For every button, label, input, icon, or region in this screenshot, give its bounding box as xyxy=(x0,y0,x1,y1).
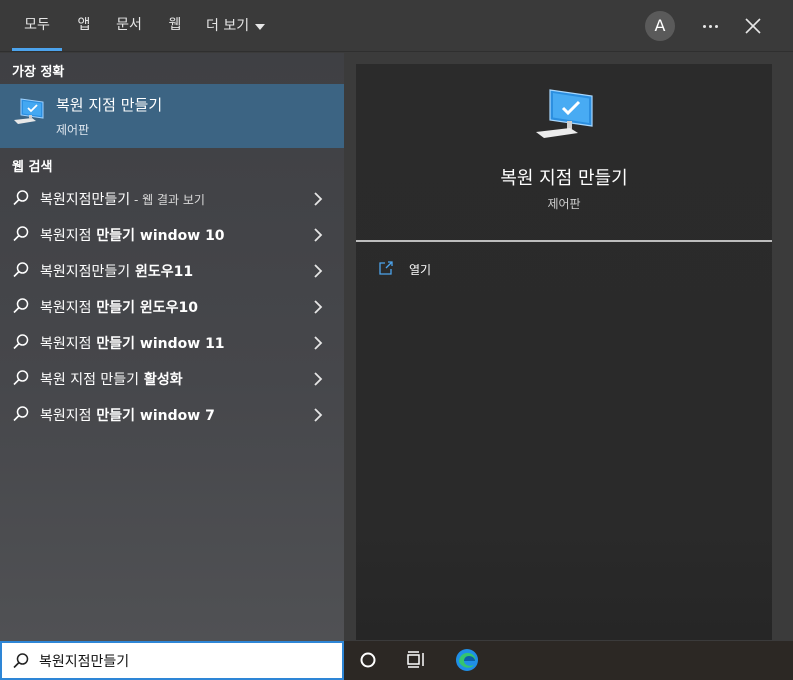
web-result-item[interactable]: 복원지점 만들기 window 11 xyxy=(0,324,344,360)
web-result-item[interactable]: 복원지점 만들기 window 7 xyxy=(0,396,344,432)
tab-all-label: 모두 xyxy=(24,17,50,33)
search-input[interactable] xyxy=(39,650,329,672)
chevron-right-icon xyxy=(314,192,323,206)
taskbar xyxy=(344,641,793,680)
web-result-text: 복원지점만들기 윈도우11 xyxy=(40,264,194,280)
web-search-heading: 웹 검색 xyxy=(12,160,53,175)
chevron-right-icon xyxy=(314,264,323,278)
tab-apps[interactable]: 앱 xyxy=(70,0,98,52)
web-result-item[interactable]: 복원지점만들기 - 웹 결과 보기 xyxy=(0,180,344,216)
avatar-letter: A xyxy=(654,16,666,35)
tab-all[interactable]: 모두 xyxy=(12,0,62,52)
search-icon xyxy=(13,653,29,669)
tab-apps-label: 앱 xyxy=(77,17,91,33)
web-result-text: 복원지점 만들기 window 10 xyxy=(40,228,225,244)
monitor-check-icon xyxy=(14,98,44,124)
tab-web[interactable]: 웹 xyxy=(160,0,190,52)
account-avatar[interactable]: A xyxy=(645,11,675,41)
best-match-heading: 가장 정확 xyxy=(12,65,65,80)
task-view-icon[interactable] xyxy=(405,649,427,671)
search-bar[interactable] xyxy=(0,641,344,680)
detail-divider xyxy=(356,240,772,242)
close-icon xyxy=(745,18,761,34)
detail-title: 복원 지점 만들기 xyxy=(500,168,628,189)
web-result-item[interactable]: 복원지점만들기 윈도우11 xyxy=(0,252,344,288)
monitor-check-icon xyxy=(536,89,593,138)
web-result-text: 복원지점 만들기 window 11 xyxy=(40,336,225,352)
tab-more[interactable]: 더 보기 xyxy=(206,0,272,52)
chevron-right-icon xyxy=(314,300,323,314)
web-result-text: 복원지점 만들기 윈도우10 xyxy=(40,300,199,316)
web-result-text: 복원지점만들기 - 웹 결과 보기 xyxy=(40,192,205,208)
web-result-text: 복원 지점 만들기 활성화 xyxy=(40,372,183,388)
search-icon xyxy=(13,298,29,314)
caret-down-icon xyxy=(255,23,266,30)
best-match-subtitle: 제어판 xyxy=(56,123,90,137)
search-icon xyxy=(13,190,29,206)
search-icon xyxy=(13,262,29,278)
edge-icon[interactable] xyxy=(454,647,480,673)
detail-subtitle: 제어판 xyxy=(547,197,581,211)
more-options-button[interactable] xyxy=(696,12,724,40)
open-action-label: 열기 xyxy=(409,263,432,277)
close-button[interactable] xyxy=(739,12,767,40)
search-icon xyxy=(13,370,29,386)
web-result-item[interactable]: 복원지점 만들기 윈도우10 xyxy=(0,288,344,324)
chevron-right-icon xyxy=(314,336,323,350)
search-icon xyxy=(13,334,29,350)
chevron-right-icon xyxy=(314,372,323,386)
detail-panel: 복원 지점 만들기 제어판 열기 xyxy=(356,64,772,640)
open-external-icon xyxy=(379,261,393,275)
best-match-title: 복원 지점 만들기 xyxy=(56,96,163,114)
best-match-item[interactable]: 복원 지점 만들기 제어판 xyxy=(0,84,344,148)
ellipsis-icon xyxy=(702,24,718,28)
cortana-circle-icon[interactable] xyxy=(357,649,379,671)
search-icon xyxy=(13,226,29,242)
web-result-text: 복원지점 만들기 window 7 xyxy=(40,408,215,424)
web-result-item[interactable]: 복원 지점 만들기 활성화 xyxy=(0,360,344,396)
tab-documents-label: 문서 xyxy=(116,17,142,33)
results-panel: 가장 정확 복원 지점 만들기 제어판 웹 검색 복원지점만들기 - 웹 결과 … xyxy=(0,53,344,641)
tab-web-label: 웹 xyxy=(168,17,182,33)
tab-documents[interactable]: 문서 xyxy=(110,0,148,52)
search-icon xyxy=(13,406,29,422)
chevron-right-icon xyxy=(314,408,323,422)
chevron-right-icon xyxy=(314,228,323,242)
web-result-item[interactable]: 복원지점 만들기 window 10 xyxy=(0,216,344,252)
tab-more-label: 더 보기 xyxy=(206,18,250,34)
top-tab-bar: 모두 앱 문서 웹 더 보기 A xyxy=(0,0,793,52)
